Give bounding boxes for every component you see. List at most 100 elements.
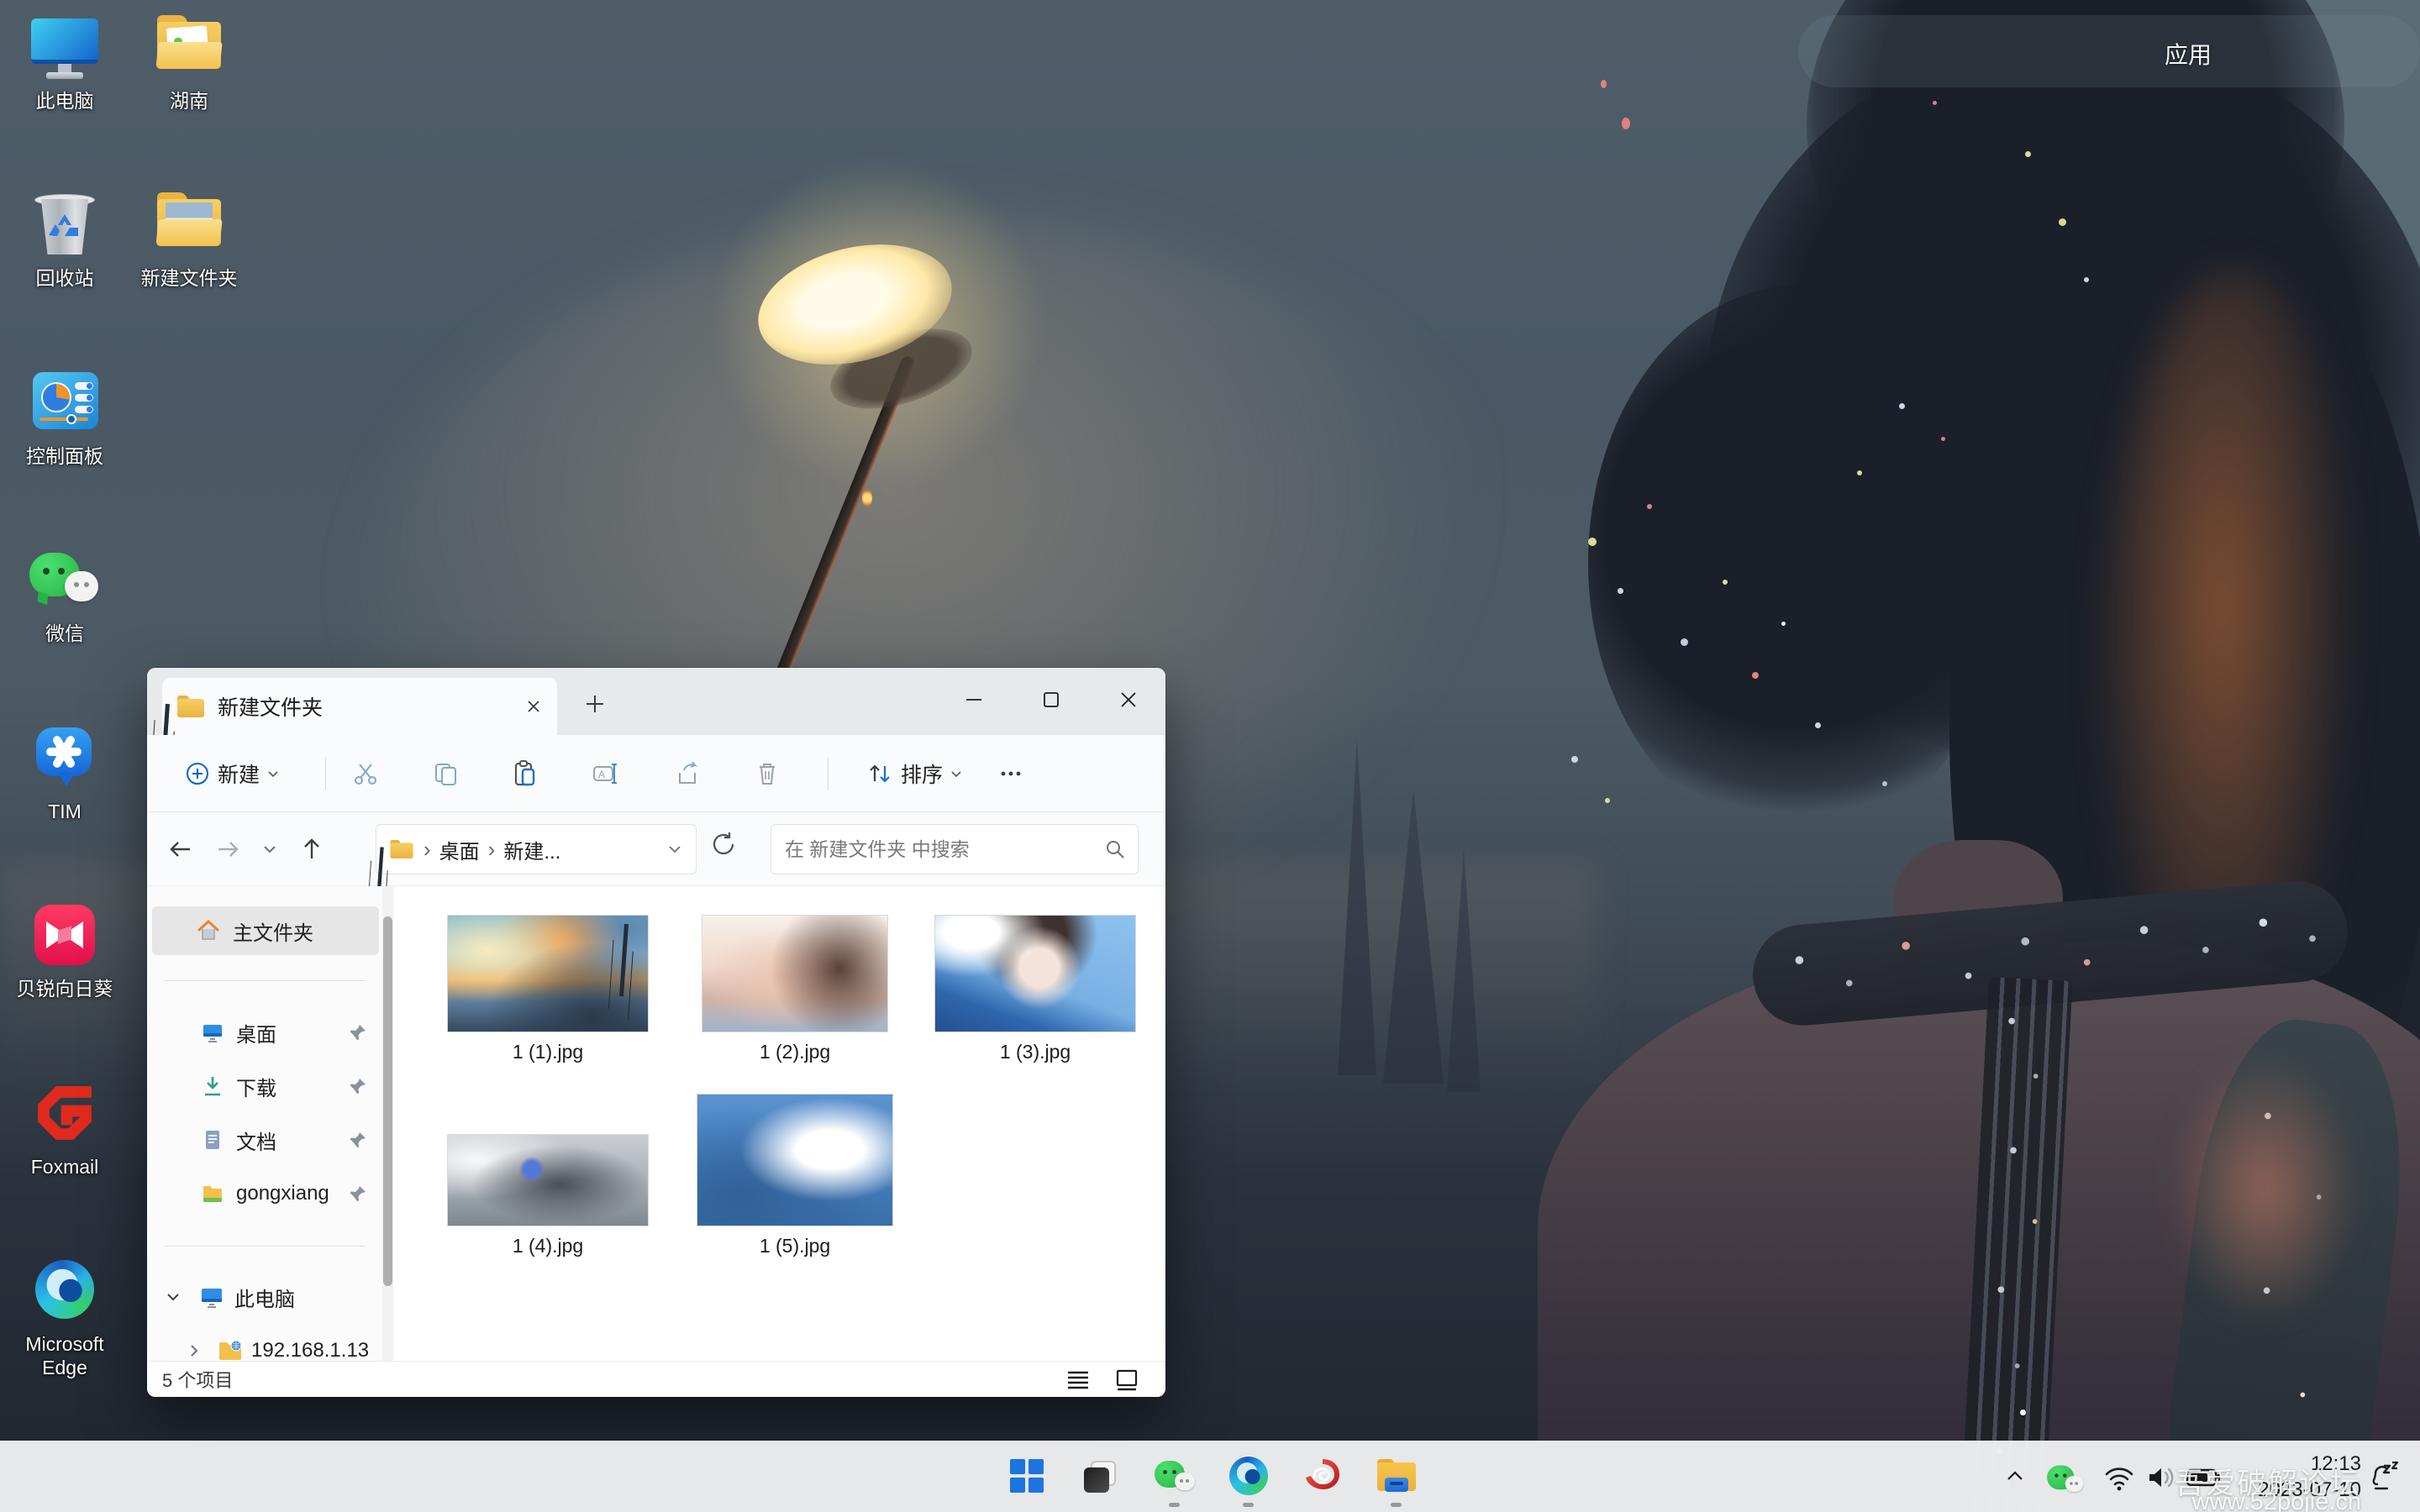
chevron-right-icon[interactable] xyxy=(186,1342,203,1359)
new-tab-button[interactable] xyxy=(584,693,606,715)
details-view-button[interactable] xyxy=(1060,1367,1097,1394)
sidebar-item-downloads[interactable]: 下载 xyxy=(152,1062,379,1110)
file-item[interactable]: 1 (5).jpg xyxy=(694,1094,896,1257)
desktop-icon-edge[interactable]: Microsoft Edge xyxy=(3,1255,126,1379)
file-name: 1 (5).jpg xyxy=(759,1235,831,1257)
delete-button[interactable] xyxy=(744,750,791,797)
list-view-icon xyxy=(1068,1371,1088,1389)
desktop-icon-label: 回收站 xyxy=(35,267,94,289)
sort-arrows-icon xyxy=(870,764,890,783)
sidebar-item-this-pc[interactable]: 此电脑 xyxy=(152,1273,379,1321)
top-right-apps-label: 应用 xyxy=(2165,42,2212,68)
paste-button[interactable] xyxy=(502,750,549,797)
sidebar-item-label: gongxiang xyxy=(236,1182,329,1205)
taskbar-file-explorer-button[interactable] xyxy=(1375,1454,1418,1498)
command-bar: 新建 A 排序 xyxy=(147,735,1165,812)
minimize-button[interactable] xyxy=(949,681,999,718)
thumbnail-view-icon xyxy=(1116,1369,1138,1391)
taskbar-edge-button[interactable] xyxy=(1227,1454,1270,1498)
wechat-icon xyxy=(1153,1454,1197,1498)
desktop-icon xyxy=(203,1025,222,1042)
taskbar-red-spiral-app-button[interactable] xyxy=(1301,1454,1344,1498)
breadcrumb[interactable]: › 桌面 › 新建... xyxy=(376,824,697,874)
sidebar-item-home[interactable]: 主文件夹 xyxy=(152,906,379,955)
address-dropdown-chevron[interactable] xyxy=(666,840,684,858)
network-folder-icon xyxy=(218,1340,243,1362)
search-input[interactable] xyxy=(783,837,1104,862)
download-icon xyxy=(205,1077,220,1096)
file-item[interactable]: 1 (3).jpg xyxy=(934,915,1136,1063)
desktop-icon-hunan-folder[interactable]: 湖南 xyxy=(128,12,250,113)
running-indicator xyxy=(1391,1503,1402,1507)
foxmail-icon xyxy=(26,1078,103,1152)
desktop-icon-wechat[interactable]: 微信 xyxy=(3,544,126,645)
sidebar-item-label: 下载 xyxy=(236,1077,276,1100)
file-item[interactable]: 1 (2).jpg xyxy=(694,915,896,1063)
breadcrumb-current[interactable]: 新建... xyxy=(503,835,560,864)
edge-icon xyxy=(1229,1457,1268,1495)
sunlogin-icon xyxy=(26,900,103,974)
desktop-icon-new-folder[interactable]: 新建文件夹 xyxy=(128,189,250,290)
edge-icon xyxy=(26,1255,103,1329)
thumbnail-view-button[interactable] xyxy=(1108,1367,1145,1394)
sidebar-item-documents[interactable]: 文档 xyxy=(152,1116,379,1164)
tab-title: 新建文件夹 xyxy=(218,696,324,720)
desktop-icon-label: Foxmail xyxy=(30,1156,99,1178)
rename-button[interactable]: A xyxy=(581,750,629,797)
pin-icon xyxy=(350,1132,366,1148)
task-view-button[interactable] xyxy=(1079,1454,1123,1498)
desktop-icon-label: 此电脑 xyxy=(35,90,94,112)
back-button[interactable] xyxy=(157,826,204,873)
close-button[interactable] xyxy=(1103,681,1154,718)
search-box[interactable] xyxy=(771,824,1139,874)
sort-button-label: 排序 xyxy=(900,764,943,787)
forward-button[interactable] xyxy=(204,826,251,873)
desktop-icon-foxmail[interactable]: Foxmail xyxy=(3,1078,126,1179)
copy-button[interactable] xyxy=(422,750,469,797)
watermark-line2: www.52pojie.cn xyxy=(2191,1488,2362,1512)
desktop-icon-label: 湖南 xyxy=(170,90,208,112)
chevron-down-icon xyxy=(268,771,278,778)
image-thumbnail xyxy=(934,915,1136,1032)
tab-close-icon[interactable] xyxy=(525,698,542,715)
pin-icon xyxy=(350,1079,366,1095)
folder-icon xyxy=(177,696,204,717)
sidebar-scrollbar-thumb[interactable] xyxy=(383,916,392,1286)
chevron-down-icon[interactable] xyxy=(164,1288,182,1306)
desktop-icon-recycle-bin[interactable]: 回收站 xyxy=(3,189,126,290)
sidebar-item-gongxiang[interactable]: gongxiang xyxy=(152,1169,379,1218)
address-bar: › 桌面 › 新建... xyxy=(147,812,1165,886)
recent-locations-chevron[interactable] xyxy=(251,826,288,873)
start-button[interactable] xyxy=(1005,1454,1049,1498)
new-button[interactable]: 新建 xyxy=(169,750,295,797)
maximize-button[interactable] xyxy=(1026,681,1076,718)
explorer-tab[interactable]: 新建文件夹 xyxy=(162,678,557,735)
taskbar-wechat-button[interactable] xyxy=(1153,1454,1197,1498)
desktop-icon-sunlogin[interactable]: 贝锐向日葵 xyxy=(3,900,126,1000)
file-name: 1 (2).jpg xyxy=(759,1041,831,1063)
up-button[interactable] xyxy=(288,826,335,873)
notification-center-button[interactable] xyxy=(2365,1459,2403,1494)
folder-images-icon xyxy=(150,189,228,263)
image-thumbnail xyxy=(697,1094,893,1226)
breadcrumb-separator: › xyxy=(424,836,431,862)
desktop-icon-control-panel[interactable]: 控制面板 xyxy=(3,367,126,468)
wechat-icon xyxy=(26,544,103,618)
file-item[interactable]: 1 (1).jpg xyxy=(447,915,649,1063)
file-item[interactable]: 1 (4).jpg xyxy=(447,1134,649,1257)
desktop-icon-tim[interactable]: TIM xyxy=(3,722,126,823)
item-count: 5 个项目 xyxy=(162,1370,234,1391)
file-name: 1 (3).jpg xyxy=(999,1041,1071,1063)
sort-button[interactable]: 排序 xyxy=(843,750,986,797)
share-button[interactable] xyxy=(664,750,711,797)
navigation-pane: 主文件夹 桌面 下载 文档 gongxiang 此电脑 192.168.1.13 xyxy=(147,886,393,1362)
breadcrumb-desktop[interactable]: 桌面 xyxy=(439,835,480,864)
desktop-icon-this-pc[interactable]: 此电脑 xyxy=(3,12,126,113)
refresh-button[interactable] xyxy=(708,829,739,864)
cut-button[interactable] xyxy=(342,750,389,797)
image-thumbnail xyxy=(702,915,888,1032)
sidebar-item-desktop[interactable]: 桌面 xyxy=(152,1008,379,1057)
sidebar-item-label: 主文件夹 xyxy=(233,921,313,945)
share-icon xyxy=(679,761,697,784)
more-options-button[interactable] xyxy=(987,750,1034,797)
